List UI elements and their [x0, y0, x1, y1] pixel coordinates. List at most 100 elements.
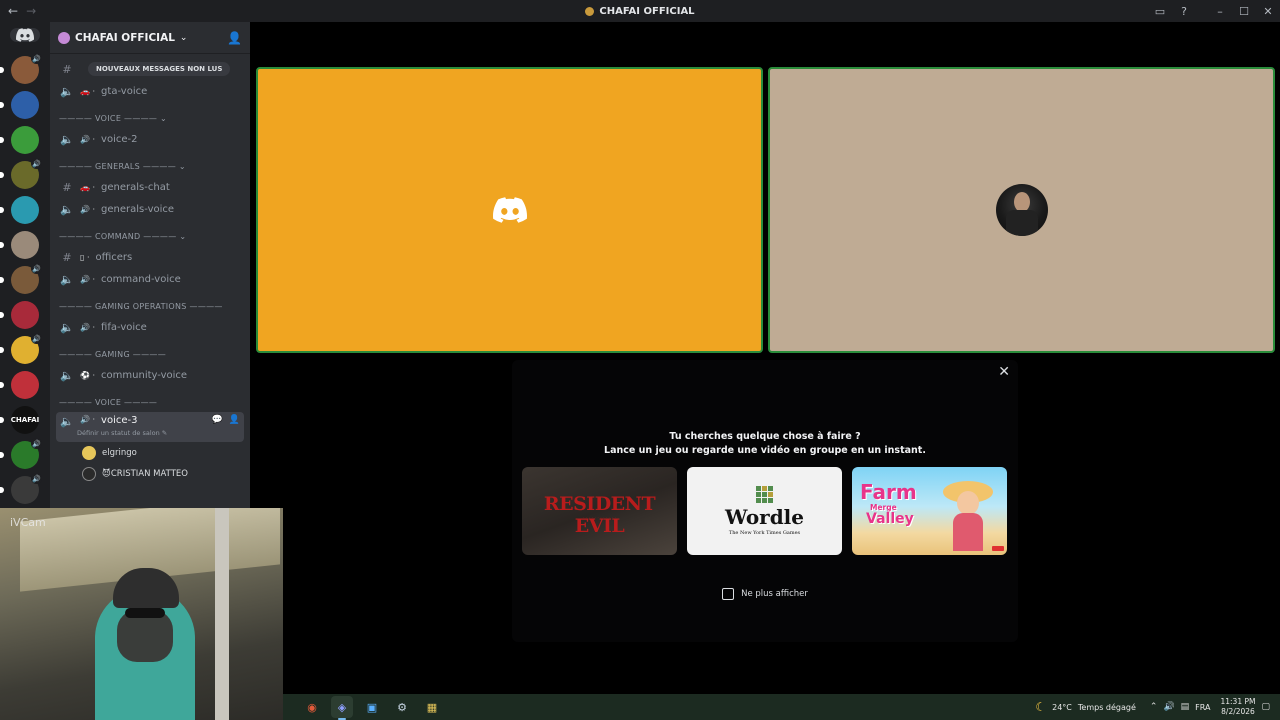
- channel-officers[interactable]: # ▯ · officers: [56, 246, 244, 268]
- voice-member[interactable]: 😈CRISTIAN MATTEO: [56, 463, 244, 484]
- unread-pill-indicator: [0, 452, 4, 458]
- unread-pill-indicator: [0, 137, 4, 143]
- server-icon[interactable]: 🔊: [0, 53, 42, 84]
- window-controls: ▭ ? – ☐ ✕: [1148, 0, 1280, 22]
- unread-pill-indicator: [0, 347, 4, 353]
- participant-tile-speaking[interactable]: [256, 67, 763, 353]
- server-icon[interactable]: CHAFAI: [0, 406, 39, 434]
- speaker-icon: 🔈: [60, 132, 74, 146]
- unread-pill-indicator: [0, 312, 4, 318]
- channel-voice-3[interactable]: 🔈 🔊 · voice-3 Définir un statut de salon…: [56, 412, 244, 442]
- dont-show-again[interactable]: Ne plus afficher: [512, 588, 1018, 600]
- voice-active-icon: 🔊: [31, 473, 42, 484]
- category-voice-2[interactable]: ———— VOICE ————: [56, 392, 244, 412]
- guild-name: CHAFAI OFFICIAL: [75, 31, 175, 44]
- network-icon[interactable]: ▤: [1181, 702, 1190, 712]
- box-emoji-icon: ▯ ·: [80, 252, 90, 262]
- close-icon[interactable]: ✕: [998, 364, 1010, 380]
- discord-taskbar-icon[interactable]: ◈: [331, 696, 353, 720]
- wordle-grid-icon: [756, 486, 773, 503]
- channel-unread-row[interactable]: # NOUVEAUX MESSAGES NON LUS: [56, 58, 244, 80]
- activity-card-wordle[interactable]: Wordle The New York Times Games: [687, 467, 842, 555]
- discord-home-button[interactable]: [10, 28, 40, 42]
- unread-messages-pill[interactable]: NOUVEAUX MESSAGES NON LUS: [88, 62, 231, 76]
- channel-sidebar: CHAFAI OFFICIAL ⌄ 👤 # NOUVEAUX MESSAGES …: [50, 22, 250, 508]
- weather-widget[interactable]: ☾ 24°C Temps dégagé: [1035, 700, 1136, 714]
- nav-buttons: ← →: [0, 4, 36, 18]
- moon-icon: ☾: [1035, 700, 1047, 714]
- chat-bubble-icon[interactable]: 💬: [212, 415, 223, 425]
- add-member-icon[interactable]: 👤: [229, 415, 240, 425]
- category-gaming[interactable]: ———— GAMING ————: [56, 344, 244, 364]
- channel-fifa-voice[interactable]: 🔈 🔊 · fifa-voice: [56, 316, 244, 338]
- category-generals[interactable]: ———— GENERALS ———— ⌄: [56, 156, 244, 176]
- activity-card-farm-merge-valley[interactable]: Farm Merge Valley: [852, 467, 1007, 555]
- server-icon[interactable]: [0, 196, 39, 224]
- server-icon[interactable]: [0, 301, 39, 329]
- server-icon[interactable]: 🔊: [0, 473, 42, 504]
- unread-pill-indicator: [0, 277, 4, 283]
- chevron-up-icon[interactable]: ⌃: [1150, 702, 1158, 712]
- car-emoji-icon: 🚗 ·: [80, 86, 96, 96]
- channel-status-hint[interactable]: Définir un statut de salon ✎: [77, 429, 167, 437]
- browser-icon[interactable]: ◉: [301, 696, 323, 718]
- speaker-icon: 🔈: [60, 368, 74, 382]
- back-arrow-icon[interactable]: ←: [8, 4, 18, 18]
- server-icon[interactable]: [0, 126, 39, 154]
- notification-icon[interactable]: ▢: [1261, 702, 1270, 712]
- ivcam-taskbar-icon[interactable]: ▣: [361, 696, 383, 718]
- car-emoji-icon: 🚗 ·: [80, 182, 96, 192]
- voice-active-icon: 🔊: [31, 263, 42, 274]
- invite-people-icon[interactable]: 👤: [227, 31, 242, 45]
- channel-generals-chat[interactable]: # 🚗 · generals-chat: [56, 176, 244, 198]
- channel-community-voice[interactable]: 🔈 ⚽ · community-voice: [56, 364, 244, 386]
- server-icon[interactable]: 🔊: [0, 438, 42, 469]
- server-icon[interactable]: [0, 371, 39, 399]
- volume-icon[interactable]: 🔊: [1163, 702, 1174, 712]
- category-command[interactable]: ———— COMMAND ———— ⌄: [56, 226, 244, 246]
- farmer-illustration: [943, 481, 993, 551]
- activity-question: Tu cherches quelque chose à faire ?: [669, 431, 861, 442]
- voice-active-icon: 🔊: [31, 158, 42, 169]
- server-icon[interactable]: [0, 91, 39, 119]
- title-bar: ← → CHAFAI OFFICIAL ▭ ? – ☐ ✕: [0, 0, 1280, 22]
- channel-voice-2[interactable]: 🔈 🔊 · voice-2: [56, 128, 244, 150]
- speaker-emoji-icon: 🔊 ·: [80, 274, 96, 284]
- inbox-icon[interactable]: ▭: [1148, 0, 1172, 22]
- speaker-connected-icon: 🔈: [60, 415, 74, 428]
- category-voice[interactable]: ———— VOICE ———— ⌄: [56, 108, 244, 128]
- help-icon[interactable]: ?: [1172, 0, 1196, 22]
- activity-card-resident-evil[interactable]: RESIDENT EVIL · · · · · · · · · · · ·: [522, 467, 677, 555]
- unread-pill-indicator: [0, 242, 4, 248]
- speaker-emoji-icon: 🔊 ·: [80, 204, 96, 214]
- maximize-button[interactable]: ☐: [1232, 0, 1256, 22]
- language-indicator[interactable]: FRA: [1195, 703, 1210, 712]
- clock[interactable]: 11:31 PM 8/2/2026: [1220, 697, 1255, 717]
- discord-logo-icon: [16, 28, 34, 42]
- forward-arrow-icon[interactable]: →: [26, 4, 36, 18]
- voice-active-icon: 🔊: [31, 438, 42, 449]
- avatar: [82, 466, 96, 481]
- steam-icon[interactable]: ⚙: [391, 696, 413, 718]
- server-icon[interactable]: 🔊: [0, 158, 42, 189]
- channel-generals-voice[interactable]: 🔈 🔊 · generals-voice: [56, 198, 244, 220]
- server-icon[interactable]: 🔊: [0, 263, 42, 294]
- participant-tile-speaking[interactable]: [768, 67, 1275, 353]
- close-window-button[interactable]: ✕: [1256, 0, 1280, 22]
- unread-pill-indicator: [0, 382, 4, 388]
- server-icon[interactable]: 🔊: [0, 333, 42, 364]
- channel-command-voice[interactable]: 🔈 🔊 · command-voice: [56, 268, 244, 290]
- checkbox[interactable]: [722, 588, 735, 600]
- unread-pill-indicator: [0, 487, 4, 493]
- unread-pill-indicator: [0, 102, 4, 108]
- activity-suggestion-panel: ✕ Tu cherches quelque chose à faire ? La…: [512, 360, 1018, 642]
- server-logo-icon: [585, 6, 595, 16]
- game-taskbar-icon[interactable]: ▦: [421, 696, 443, 718]
- voice-member[interactable]: elgringo: [56, 442, 244, 463]
- streamer-figure: [95, 568, 215, 720]
- category-gaming-operations[interactable]: ———— GAMING OPERATIONS ————: [56, 296, 244, 316]
- channel-gta-voice[interactable]: 🔈 🚗 · gta-voice: [56, 80, 244, 102]
- server-icon[interactable]: [0, 231, 39, 259]
- minimize-button[interactable]: –: [1208, 0, 1232, 22]
- guild-header[interactable]: CHAFAI OFFICIAL ⌄ 👤: [50, 22, 250, 54]
